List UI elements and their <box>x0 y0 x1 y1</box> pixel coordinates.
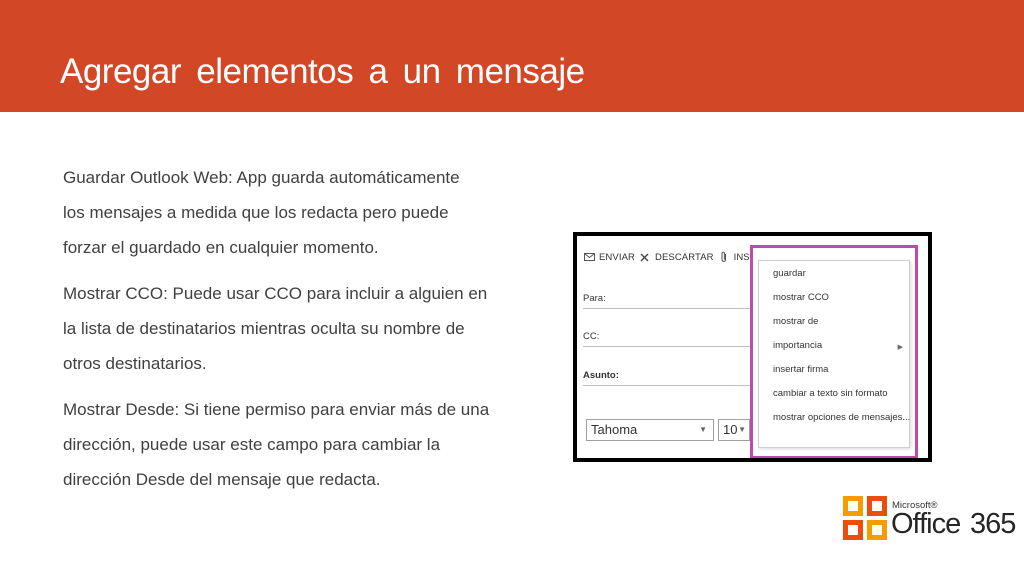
body-text: Guardar Outlook Web: App guarda automáti… <box>63 160 543 508</box>
outlook-compose-screenshot: ENVIAR DESCARTAR INSERTAR ••• Para: CC: … <box>573 232 932 462</box>
text-line: Guardar Outlook Web: App guarda automáti… <box>63 168 460 187</box>
text-line: Mostrar Desde: Si tiene permiso para env… <box>63 400 490 419</box>
menu-item-insertar-firma[interactable]: insertar firma <box>773 364 828 375</box>
menu-item-texto-sin-formato[interactable]: cambiar a texto sin formato <box>773 388 888 399</box>
paragraph-cco: Mostrar CCO: Puede usar CCO para incluir… <box>63 276 543 381</box>
text-line: dirección, puede usar este campo para ca… <box>63 435 441 454</box>
close-icon[interactable] <box>639 251 651 263</box>
paragraph-desde: Mostrar Desde: Si tiene permiso para env… <box>63 392 543 497</box>
chevron-down-icon: ▼ <box>699 425 707 434</box>
font-family-select[interactable]: Tahoma ▼ <box>586 419 714 441</box>
text-line: forzar el guardado en cualquier momento. <box>63 238 379 257</box>
text-line: otros destinatarios. <box>63 354 207 373</box>
slide-title: Agregar elementos a un mensaje <box>60 52 585 91</box>
menu-item-importancia[interactable]: importancia <box>773 340 822 351</box>
more-options-menu: guardar mostrar CCO mostrar de importanc… <box>758 260 910 448</box>
paragraph-guardar: Guardar Outlook Web: App guarda automáti… <box>63 160 543 265</box>
cc-field-line[interactable] <box>583 346 753 347</box>
font-size-select[interactable]: 10 ▼ <box>718 419 750 441</box>
to-field-line[interactable] <box>583 308 753 309</box>
subject-field-label: Asunto: <box>583 370 619 381</box>
subject-field-line[interactable] <box>583 385 753 386</box>
menu-item-guardar[interactable]: guardar <box>773 268 806 279</box>
logo-office-text: Office <box>891 508 961 540</box>
send-icon[interactable] <box>583 251 595 263</box>
font-family-value: Tahoma <box>591 422 638 437</box>
more-options-menu-highlight: guardar mostrar CCO mostrar de importanc… <box>750 245 918 458</box>
menu-item-mostrar-cco[interactable]: mostrar CCO <box>773 292 829 303</box>
text-line: la lista de destinatarios mientras ocult… <box>63 319 465 338</box>
chevron-right-icon: ▶ <box>897 344 903 351</box>
discard-button[interactable]: DESCARTAR <box>655 252 714 263</box>
chevron-down-icon: ▼ <box>738 425 746 434</box>
cc-field-label: CC: <box>583 331 600 342</box>
menu-item-opciones-mensajes[interactable]: mostrar opciones de mensajes... <box>773 412 910 423</box>
office-logo-icon <box>843 496 887 540</box>
send-button[interactable]: ENVIAR <box>599 252 635 263</box>
text-line: dirección Desde del mensaje que redacta. <box>63 470 381 489</box>
text-line: Mostrar CCO: Puede usar CCO para incluir… <box>63 284 488 303</box>
text-line: los mensajes a medida que los redacta pe… <box>63 203 449 222</box>
logo-365-text: 365 <box>970 508 1016 540</box>
font-size-value: 10 <box>723 422 738 437</box>
to-field-label: Para: <box>583 293 606 304</box>
office-365-logo: Microsoft® Office 365 <box>842 495 1018 543</box>
menu-item-mostrar-de[interactable]: mostrar de <box>773 316 818 327</box>
paperclip-icon[interactable] <box>718 251 730 263</box>
